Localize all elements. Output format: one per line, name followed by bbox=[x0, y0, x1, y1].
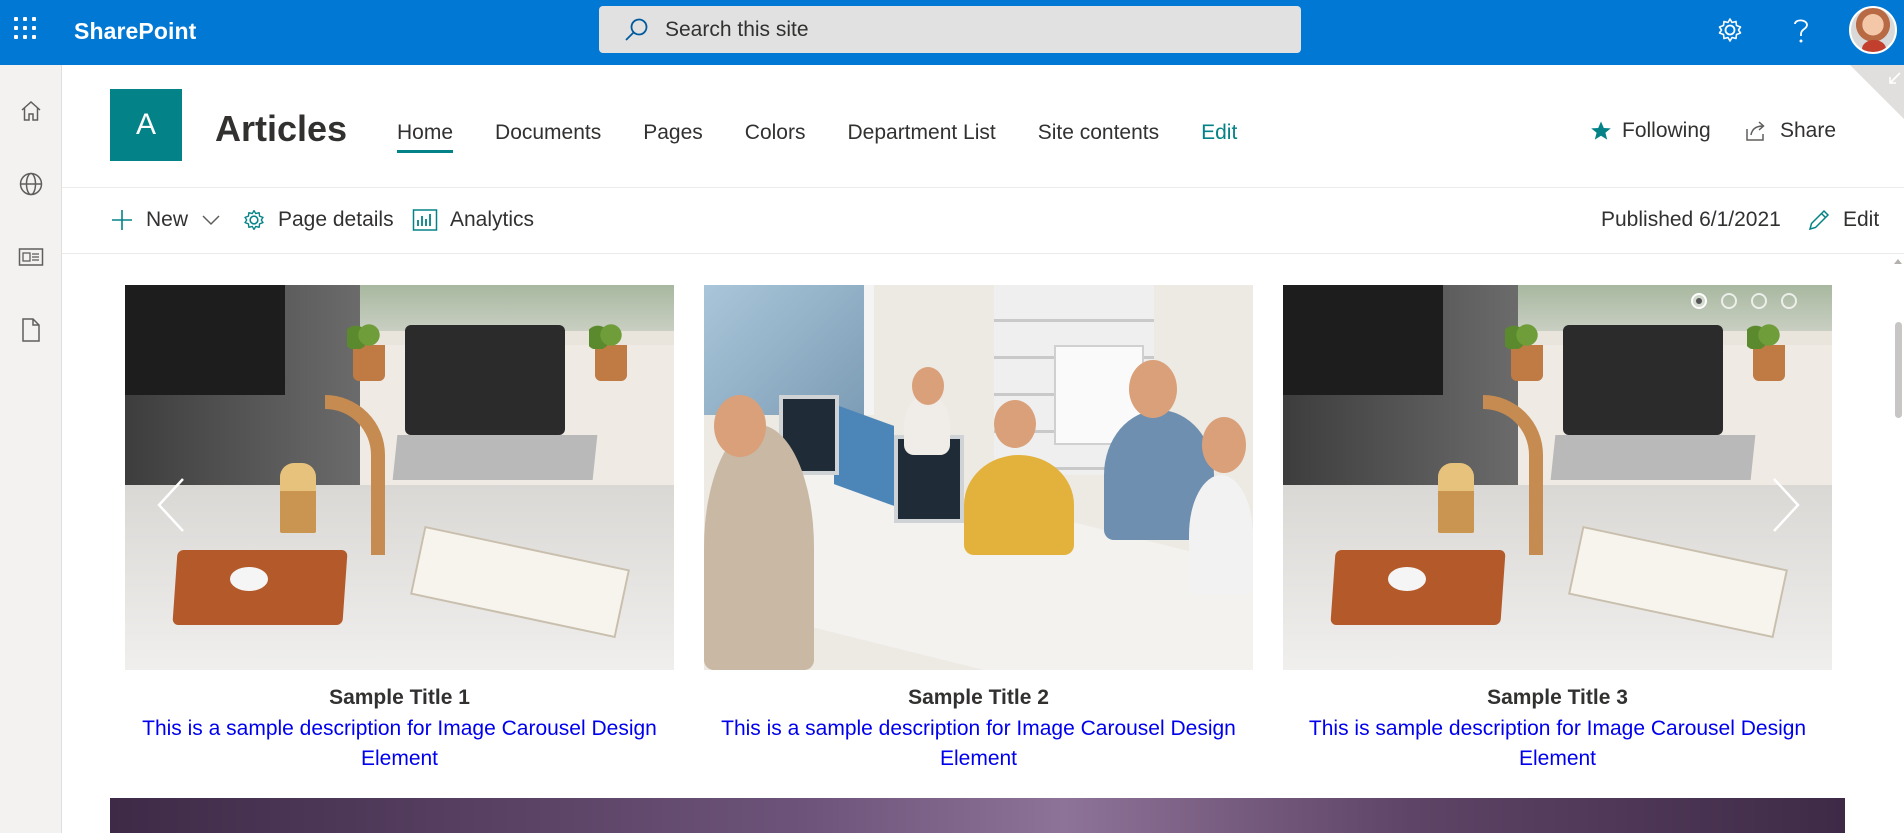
plus-icon bbox=[112, 210, 132, 230]
carousel-slide[interactable]: Sample Title 2 This is a sample descript… bbox=[704, 285, 1253, 774]
settings-gear-icon[interactable] bbox=[1714, 14, 1746, 46]
command-bar: New Page details Analytics Published 6/1… bbox=[62, 188, 1904, 254]
slide-title: Sample Title 1 bbox=[329, 686, 470, 709]
following-label: Following bbox=[1622, 119, 1711, 142]
nav-item-pages[interactable]: Pages bbox=[643, 121, 703, 153]
share-label: Share bbox=[1780, 119, 1837, 142]
page-details-button[interactable]: Page details bbox=[242, 208, 394, 232]
search-placeholder: Search this site bbox=[665, 17, 809, 41]
hero-banner bbox=[110, 798, 1845, 833]
carousel-dot[interactable] bbox=[1781, 293, 1797, 309]
edit-page-button[interactable]: Edit bbox=[1807, 208, 1879, 232]
carousel-dot[interactable] bbox=[1751, 293, 1767, 309]
app-launcher-icon[interactable] bbox=[12, 15, 38, 41]
analytics-button[interactable]: Analytics bbox=[412, 208, 534, 232]
news-icon[interactable] bbox=[12, 238, 50, 276]
nav-item-site-contents[interactable]: Site contents bbox=[1038, 121, 1159, 153]
carousel-slide[interactable]: Sample Title 1 This is a sample descript… bbox=[125, 285, 674, 774]
app-bar bbox=[0, 65, 62, 833]
star-icon bbox=[1591, 121, 1611, 140]
slide-description-link[interactable]: This is sample description for Image Car… bbox=[1283, 714, 1832, 774]
new-label: New bbox=[146, 208, 189, 231]
document-icon[interactable] bbox=[12, 311, 50, 349]
sharepoint-brand[interactable]: SharePoint bbox=[74, 18, 196, 45]
share-button[interactable]: Share bbox=[1744, 119, 1836, 143]
scroll-up-arrow-icon bbox=[1894, 259, 1902, 264]
nav-item-documents[interactable]: Documents bbox=[495, 121, 601, 153]
site-logo[interactable]: A bbox=[110, 89, 182, 161]
following-button[interactable]: Following bbox=[1590, 119, 1711, 143]
analytics-icon bbox=[412, 209, 438, 231]
team-meeting-photo bbox=[704, 285, 1253, 670]
help-icon[interactable] bbox=[1785, 14, 1817, 46]
analytics-label: Analytics bbox=[450, 208, 535, 231]
scrollbar-thumb[interactable] bbox=[1895, 322, 1902, 418]
collapse-header-corner[interactable] bbox=[1850, 65, 1904, 119]
pencil-icon bbox=[1808, 209, 1830, 231]
slide-title: Sample Title 3 bbox=[1487, 686, 1628, 709]
published-status: Published 6/1/2021 bbox=[1601, 208, 1781, 232]
chevron-left-icon bbox=[157, 478, 184, 532]
previous-slide-button[interactable] bbox=[155, 477, 187, 538]
nav-item-colors[interactable]: Colors bbox=[745, 121, 806, 153]
suite-bar: SharePoint Search this site bbox=[0, 0, 1904, 65]
site-navigation: Home Documents Pages Colors Department L… bbox=[397, 121, 1279, 153]
office-desk-photo bbox=[125, 285, 674, 670]
nav-item-home[interactable]: Home bbox=[397, 121, 454, 153]
office-desk-photo bbox=[1283, 285, 1832, 670]
carousel-dot[interactable] bbox=[1721, 293, 1737, 309]
page-details-label: Page details bbox=[278, 208, 394, 231]
search-box[interactable]: Search this site bbox=[599, 6, 1301, 53]
site-title[interactable]: Articles bbox=[215, 108, 347, 150]
slide-description-link[interactable]: This is a sample description for Image C… bbox=[704, 714, 1253, 774]
chevron-right-icon bbox=[1773, 478, 1800, 532]
new-button[interactable]: New bbox=[110, 208, 220, 232]
share-icon bbox=[1746, 121, 1765, 141]
edit-label: Edit bbox=[1843, 208, 1880, 231]
slide-title: Sample Title 2 bbox=[908, 686, 1049, 709]
next-slide-button[interactable] bbox=[1770, 477, 1802, 538]
carousel-dot[interactable] bbox=[1691, 293, 1707, 309]
user-avatar[interactable] bbox=[1849, 6, 1897, 54]
search-icon bbox=[625, 18, 648, 41]
collapse-icon bbox=[1889, 72, 1901, 84]
carousel-slide[interactable]: Sample Title 3 This is sample descriptio… bbox=[1283, 285, 1832, 774]
nav-item-department-list[interactable]: Department List bbox=[847, 121, 995, 153]
gear-icon bbox=[244, 209, 264, 231]
slide-description-link[interactable]: This is a sample description for Image C… bbox=[125, 714, 674, 774]
carousel-dots bbox=[1691, 293, 1811, 309]
site-header: A Articles Home Documents Pages Colors D… bbox=[62, 65, 1904, 188]
globe-icon[interactable] bbox=[12, 165, 50, 203]
chevron-down-icon bbox=[202, 215, 220, 226]
nav-edit-link[interactable]: Edit bbox=[1201, 121, 1237, 153]
published-label: Published 6/1/2021 bbox=[1601, 208, 1781, 231]
home-icon[interactable] bbox=[12, 92, 50, 130]
